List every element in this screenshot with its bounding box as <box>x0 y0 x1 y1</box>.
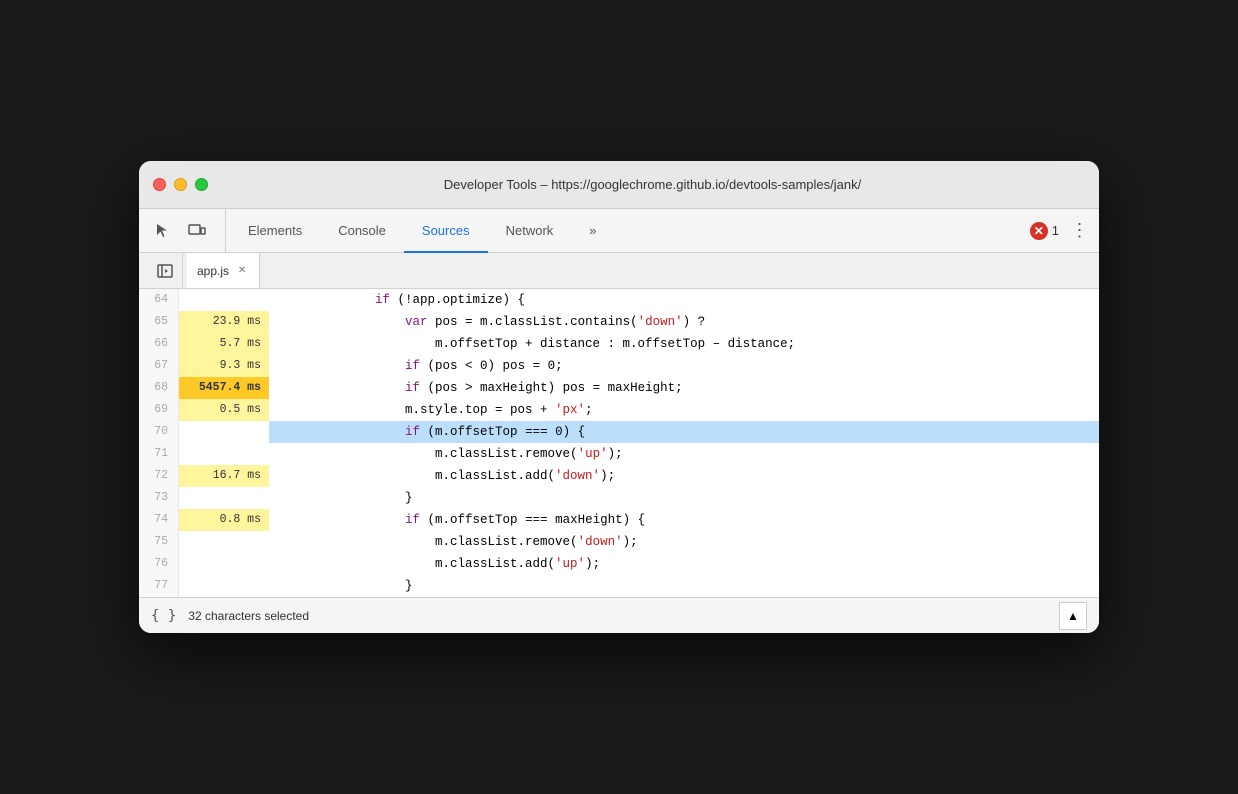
maximize-button[interactable] <box>195 178 208 191</box>
table-row: 73 } <box>139 487 1099 509</box>
scroll-to-top-button[interactable]: ▲ <box>1059 602 1087 630</box>
table-row: 76 m.classList.add('up'); <box>139 553 1099 575</box>
file-tabs-bar: app.js ✕ <box>139 253 1099 289</box>
status-bar: { } 32 characters selected ▲ <box>139 597 1099 633</box>
table-row: 71 m.classList.remove('up'); <box>139 443 1099 465</box>
table-row: 75 m.classList.remove('down'); <box>139 531 1099 553</box>
device-toggle-icon[interactable] <box>181 215 213 247</box>
traffic-lights <box>153 178 208 191</box>
more-menu-button[interactable]: ⋮ <box>1067 219 1091 243</box>
tab-elements[interactable]: Elements <box>230 210 320 253</box>
table-row: 67 9.3 ms if (pos < 0) pos = 0; <box>139 355 1099 377</box>
title-bar: Developer Tools – https://googlechrome.g… <box>139 161 1099 209</box>
close-button[interactable] <box>153 178 166 191</box>
toolbar-right: ✕ 1 ⋮ <box>1022 209 1091 252</box>
sidebar-toggle[interactable] <box>147 253 183 288</box>
tab-sources[interactable]: Sources <box>404 210 488 253</box>
error-badge[interactable]: ✕ 1 <box>1030 222 1059 240</box>
format-braces-button[interactable]: { } <box>151 608 176 624</box>
error-icon: ✕ <box>1030 222 1048 240</box>
error-count: 1 <box>1052 223 1059 238</box>
table-row: 72 16.7 ms m.classList.add('down'); <box>139 465 1099 487</box>
table-row: 77 } <box>139 575 1099 597</box>
file-tab-close[interactable]: ✕ <box>235 264 249 278</box>
main-tabs: Elements Console Sources Network » <box>230 209 1022 252</box>
table-row: 69 0.5 ms m.style.top = pos + 'px'; <box>139 399 1099 421</box>
file-tab-appjs[interactable]: app.js ✕ <box>187 253 260 288</box>
toolbar-icons <box>147 209 226 252</box>
table-row: 64 if (!app.optimize) { <box>139 289 1099 311</box>
window-title: Developer Tools – https://googlechrome.g… <box>220 177 1085 192</box>
minimize-button[interactable] <box>174 178 187 191</box>
devtools-window: Developer Tools – https://googlechrome.g… <box>139 161 1099 633</box>
table-row: 66 5.7 ms m.offsetTop + distance : m.off… <box>139 333 1099 355</box>
tab-console[interactable]: Console <box>320 210 404 253</box>
table-row: 68 5457.4 ms if (pos > maxHeight) pos = … <box>139 377 1099 399</box>
status-text: 32 characters selected <box>188 609 1047 623</box>
file-tab-name: app.js <box>197 264 229 278</box>
table-row: 65 23.9 ms var pos = m.classList.contain… <box>139 311 1099 333</box>
tab-more[interactable]: » <box>571 210 614 253</box>
table-row: 74 0.8 ms if (m.offsetTop === maxHeight)… <box>139 509 1099 531</box>
cursor-icon[interactable] <box>147 215 179 247</box>
main-toolbar: Elements Console Sources Network » ✕ 1 ⋮ <box>139 209 1099 253</box>
table-row: 70 if (m.offsetTop === 0) { <box>139 421 1099 443</box>
code-editor[interactable]: 64 if (!app.optimize) { 65 23.9 ms var p… <box>139 289 1099 597</box>
tab-network[interactable]: Network <box>488 210 572 253</box>
